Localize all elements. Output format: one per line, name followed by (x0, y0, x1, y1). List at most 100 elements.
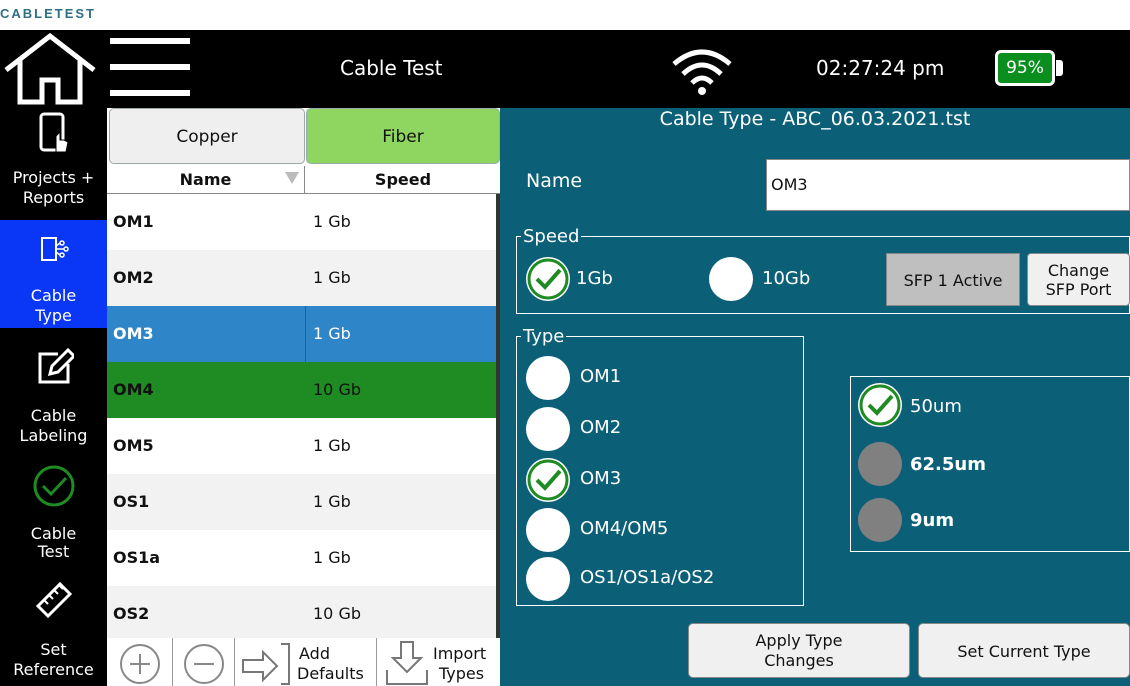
nav-cable-test[interactable]: Cable Test (0, 442, 107, 561)
cell-name: OM2 (113, 268, 154, 287)
add-defaults-label-1: Add (299, 644, 330, 663)
cell-name: OS1 (113, 492, 150, 511)
battery-icon: 95% (995, 50, 1055, 86)
nav-label-line1: Cable (30, 286, 77, 305)
cell-name: OM1 (113, 212, 154, 231)
table-row-selected[interactable]: OM3 1 Gb (107, 306, 500, 362)
nav-cable-labeling[interactable]: Cable Labeling (0, 330, 107, 445)
type-radio-om1[interactable] (526, 356, 570, 400)
projects-icon (38, 112, 72, 156)
cell-speed: 1 Gb (313, 324, 351, 343)
apply-label-1: Apply Type (755, 631, 843, 650)
cell-name: OS2 (113, 604, 150, 623)
tab-copper[interactable]: Copper (109, 108, 305, 164)
speed-radio-10gb[interactable] (709, 257, 753, 301)
nav-label-line1: Projects + (12, 168, 95, 187)
nav-set-reference[interactable]: Set Reference (0, 578, 107, 686)
type-label-om1: OM1 (580, 366, 622, 387)
type-label-om2: OM2 (580, 417, 622, 438)
nav-label-line2: Reports (22, 188, 85, 207)
import-types-label-2: Types (439, 664, 485, 683)
ruler-icon (34, 578, 74, 619)
plus-circle-icon (120, 644, 160, 684)
table-row[interactable]: OM1 1 Gb (107, 194, 500, 250)
column-header-speed[interactable]: Speed (306, 166, 500, 194)
cell-speed: 10 Gb (313, 604, 361, 623)
check-icon (527, 258, 569, 300)
column-header-name[interactable]: Name (107, 166, 305, 194)
check-icon (859, 384, 901, 426)
table-row[interactable]: OM5 1 Gb (107, 418, 500, 474)
table-row[interactable]: OS1 1 Gb (107, 474, 500, 530)
nav-label-line1: Cable (30, 406, 77, 425)
type-radio-om2[interactable] (526, 407, 570, 451)
battery-level: 95% (1006, 58, 1044, 78)
home-icon[interactable] (0, 30, 100, 108)
core-radio-62-5um (858, 442, 902, 486)
remove-button[interactable] (173, 638, 235, 686)
battery-cap (1056, 60, 1063, 76)
top-bar: Cable Test 02:27:24 pm 95% (0, 30, 1130, 108)
import-types-button[interactable]: Import Types (377, 638, 500, 686)
add-button[interactable] (107, 638, 173, 686)
edit-icon (36, 347, 77, 386)
cell-speed: 1 Gb (313, 492, 351, 511)
cell-name: OM3 (113, 324, 154, 343)
app-caption: CABLETEST (0, 6, 96, 21)
cell-speed: 1 Gb (313, 268, 351, 287)
cell-name: OS1a (113, 548, 161, 567)
nav-label-line1: Cable (30, 524, 77, 543)
cable-type-icon (40, 234, 70, 264)
cable-type-list-panel: Copper Fiber Name Speed OM1 1 Gb OM2 1 G… (107, 108, 500, 686)
wifi-icon (670, 46, 734, 96)
core-label-62-5um: 62.5um (910, 454, 986, 475)
table-row[interactable]: OM2 1 Gb (107, 250, 500, 306)
cell-speed: 1 Gb (313, 212, 351, 231)
table-row[interactable]: OS2 10 Gb (107, 586, 500, 642)
speed-label-10gb: 10Gb (762, 268, 811, 289)
type-radio-om4-om5[interactable] (526, 508, 570, 552)
menu-icon[interactable] (110, 36, 190, 98)
import-icon (386, 641, 428, 685)
change-sfp-port-button[interactable]: Change SFP Port (1027, 253, 1130, 306)
speed-legend: Speed (523, 226, 580, 247)
left-nav: Projects + Reports Cable Type Cable Labe… (0, 108, 107, 686)
nav-label-line2: Test (37, 542, 70, 561)
cell-name: OM4 (113, 380, 154, 399)
type-label-os1-os1a-os2: OS1/OS1a/OS2 (580, 567, 715, 588)
type-label-om3: OM3 (580, 468, 622, 489)
table-row[interactable]: OS1a 1 Gb (107, 530, 500, 586)
nav-label-line1: Set (40, 640, 67, 659)
nav-cable-type[interactable]: Cable Type (0, 220, 107, 328)
nav-projects-reports[interactable]: Projects + Reports (0, 108, 107, 218)
arrow-into-icon (242, 643, 290, 685)
nav-label-line2: Type (35, 306, 72, 325)
apply-type-changes-button[interactable]: Apply Type Changes (688, 623, 910, 678)
type-radio-os1-os1a-os2[interactable] (526, 557, 570, 601)
speed-radio-1gb[interactable] (526, 257, 570, 301)
cell-speed: 10 Gb (313, 380, 361, 399)
add-defaults-button[interactable]: Add Defaults (235, 638, 377, 686)
type-radio-om3[interactable] (526, 458, 570, 502)
import-types-label-1: Import (433, 644, 487, 663)
tab-fiber[interactable]: Fiber (306, 108, 500, 164)
core-radio-50um[interactable] (858, 383, 902, 427)
speed-label-1gb: 1Gb (576, 268, 613, 289)
table-row-highlighted[interactable]: OM4 10 Gb (107, 362, 500, 418)
add-defaults-label-2: Defaults (297, 664, 364, 683)
nav-label-line2: Reference (13, 660, 94, 679)
core-radio-9um (858, 498, 902, 542)
sort-indicator-icon (285, 172, 299, 184)
table-header: Name Speed (107, 166, 500, 194)
cable-type-editor: Cable Type - ABC_06.03.2021.tst Name Spe… (500, 108, 1130, 686)
check-icon (527, 459, 569, 501)
cell-name: OM5 (113, 436, 154, 455)
minus-circle-icon (184, 644, 224, 684)
change-sfp-label-1: Change (1047, 261, 1110, 280)
set-current-type-button[interactable]: Set Current Type (918, 623, 1130, 678)
core-label-50um: 50um (910, 396, 962, 417)
screen-title: Cable Test (340, 56, 443, 80)
name-input[interactable] (766, 159, 1130, 211)
sfp-status: SFP 1 Active (886, 253, 1020, 306)
change-sfp-label-2: SFP Port (1045, 280, 1112, 299)
